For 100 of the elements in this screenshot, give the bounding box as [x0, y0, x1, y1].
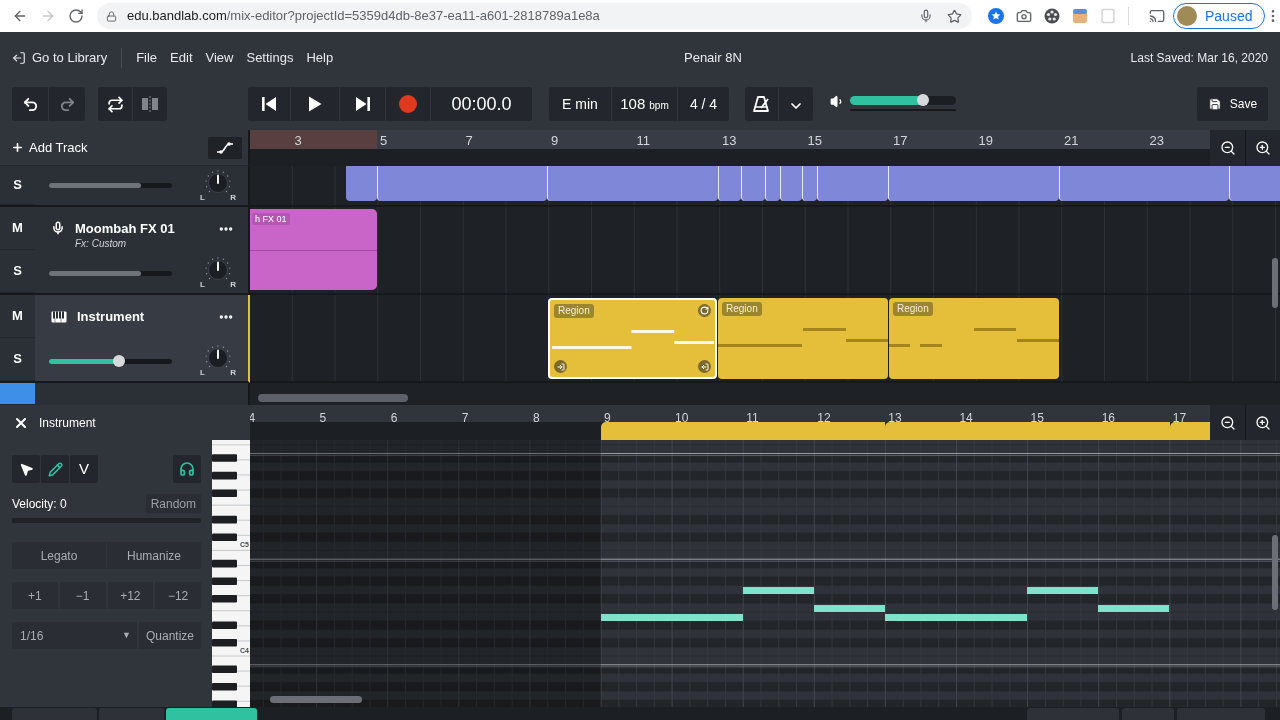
metronome-button[interactable] — [745, 87, 778, 121]
vertical-scrollbar[interactable] — [1272, 535, 1278, 610]
skip-back-button[interactable] — [248, 87, 290, 121]
pan-knob[interactable] — [205, 345, 231, 371]
pan-knob[interactable] — [205, 169, 231, 196]
microphone-icon[interactable] — [919, 9, 933, 23]
skip-forward-button[interactable] — [340, 87, 385, 121]
menu-item[interactable]: File — [136, 48, 158, 68]
address-bar[interactable]: edu.bandlab.com/mix-editor?projectId=5359d4db-8e37-ea11-a601-2818789a1e8a — [97, 3, 972, 29]
pencil-tool[interactable] — [41, 455, 69, 483]
note-grid[interactable] — [250, 440, 1280, 707]
play-button[interactable] — [291, 87, 339, 121]
track-header[interactable]: M S Moombah FX 01 Fx: Custom L R — [0, 207, 250, 295]
clip[interactable] — [547, 166, 718, 201]
clip[interactable] — [802, 166, 817, 201]
metronome-icon — [752, 95, 771, 113]
piano-keyboard[interactable] — [212, 440, 250, 707]
automation-button[interactable] — [208, 136, 242, 159]
time-signature-button[interactable]: 4 / 4 — [678, 87, 729, 121]
clip[interactable] — [741, 166, 765, 201]
note-action-button[interactable]: Legato — [12, 542, 106, 569]
grid-caret: ▼ — [122, 628, 131, 642]
camera-icon[interactable] — [1016, 8, 1032, 24]
preview-button[interactable] — [173, 455, 201, 483]
bar-number: 14 — [959, 411, 973, 425]
transpose-button[interactable]: −1 — [59, 582, 106, 609]
mute-button[interactable] — [0, 383, 35, 405]
midi-note[interactable] — [1027, 587, 1098, 595]
reload-icon[interactable] — [68, 8, 84, 24]
volume-slider[interactable] — [49, 355, 172, 367]
star-badge-icon[interactable] — [988, 8, 1004, 24]
record-icon — [399, 95, 417, 113]
metronome-menu-button[interactable] — [779, 87, 813, 121]
loop-icon[interactable] — [698, 304, 711, 317]
clip[interactable] — [377, 166, 547, 201]
pointer-tool[interactable] — [12, 455, 40, 483]
random-button[interactable]: Random — [145, 494, 201, 513]
midi-note[interactable] — [814, 604, 885, 612]
exit-icon[interactable] — [698, 360, 711, 373]
zoom-out-button[interactable] — [1210, 130, 1245, 166]
add-track-button[interactable]: Add Track — [11, 137, 88, 158]
clip[interactable] — [765, 166, 780, 201]
plus-icon — [11, 141, 24, 154]
solo-button[interactable]: S — [0, 338, 35, 381]
velocity-tool[interactable]: V — [70, 455, 98, 483]
slider-thumb[interactable] — [917, 94, 930, 106]
exit-icon — [12, 51, 26, 65]
clip[interactable] — [346, 166, 377, 201]
undo-icon — [21, 95, 39, 113]
star-icon[interactable] — [947, 8, 962, 24]
mute-button[interactable]: M — [0, 295, 35, 338]
skip-forward-icon — [354, 96, 371, 112]
transpose-button[interactable]: −12 — [155, 582, 201, 609]
undo-button[interactable] — [12, 87, 48, 121]
loop-button[interactable] — [98, 87, 132, 121]
audio-clip[interactable]: h FX 01 — [250, 209, 377, 290]
horizontal-scrollbar[interactable] — [270, 696, 362, 703]
pan-knob[interactable] — [205, 257, 231, 283]
zoom-in-button[interactable] — [1246, 405, 1280, 440]
tile-icon[interactable] — [1100, 8, 1116, 24]
back-icon[interactable] — [12, 8, 28, 24]
box-icon[interactable] — [1072, 8, 1088, 24]
midi-note[interactable] — [743, 587, 814, 595]
clip[interactable] — [780, 166, 802, 201]
grid-dropdown[interactable]: 1/16 ▼ — [12, 622, 137, 649]
save-button[interactable]: Save — [1197, 87, 1268, 121]
zoom-in-button[interactable] — [1246, 130, 1280, 166]
library-link[interactable]: Go to Library — [12, 48, 108, 68]
midi-note[interactable] — [885, 613, 1027, 621]
horizontal-scrollbar[interactable] — [258, 394, 408, 402]
transpose-button[interactable]: +12 — [107, 582, 154, 609]
clip[interactable] — [888, 166, 1059, 201]
midi-note[interactable] — [601, 613, 743, 621]
note-action-button[interactable]: Humanize — [107, 542, 201, 569]
clip[interactable] — [1229, 166, 1280, 201]
menu-item[interactable]: View — [205, 48, 234, 68]
track-header[interactable]: S L R — [0, 166, 250, 207]
clip[interactable] — [718, 166, 741, 201]
vertical-scrollbar[interactable] — [1272, 258, 1278, 308]
master-volume-slider[interactable] — [850, 94, 956, 106]
key-button[interactable]: E min — [549, 87, 611, 121]
menu-item[interactable]: Edit — [170, 48, 193, 68]
tempo-button[interactable]: 108 bpm — [612, 87, 677, 121]
cast-icon[interactable] — [1149, 8, 1165, 24]
slider-thumb[interactable] — [113, 355, 126, 367]
reel-icon[interactable] — [1044, 8, 1060, 24]
menu-item[interactable]: Settings — [246, 48, 294, 68]
track-header[interactable]: M S Instrument L R — [0, 295, 250, 383]
transpose-button[interactable]: +1 — [12, 582, 58, 609]
last-saved: Last Saved: Mar 16, 2020 — [1130, 50, 1268, 67]
record-button[interactable] — [386, 87, 430, 121]
quantize-button[interactable]: Quantize — [139, 622, 201, 649]
clip[interactable] — [817, 166, 888, 201]
menu-item[interactable]: Help — [306, 48, 334, 68]
midi-note[interactable] — [1098, 604, 1169, 612]
enter-icon[interactable] — [554, 360, 567, 373]
loop-icon — [106, 95, 124, 113]
clip[interactable] — [1059, 166, 1229, 201]
zoom-out-button[interactable] — [1210, 405, 1245, 440]
profile-status: Paused — [1205, 6, 1253, 26]
